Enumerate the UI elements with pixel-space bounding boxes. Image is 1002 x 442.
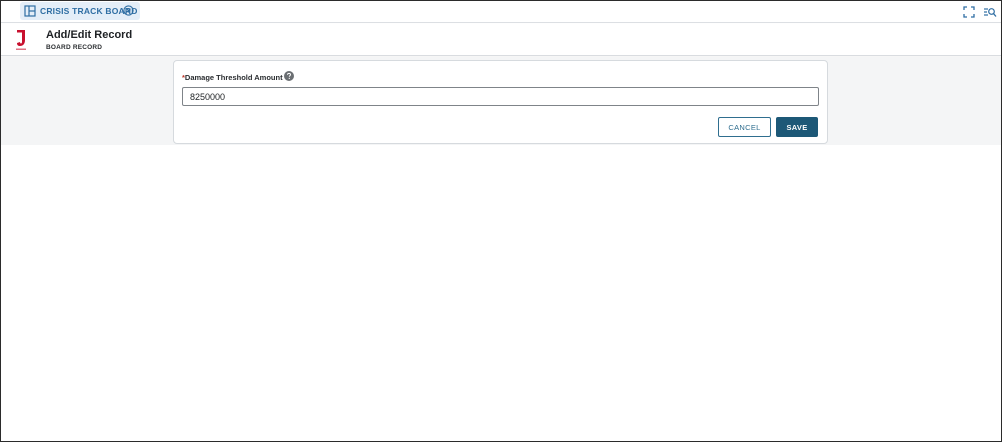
save-button[interactable]: SAVE [776,117,818,137]
page-header: Add/Edit Record BOARD RECORD [1,24,1001,56]
form-card: *Damage Threshold Amount CANCEL SAVE [173,60,828,144]
tab-crisis-track-board[interactable]: CRISIS TRACK BOARD [20,2,140,20]
cancel-button[interactable]: CANCEL [718,117,771,137]
juvare-logo [16,30,26,50]
question-circle-icon[interactable] [284,71,294,81]
close-circle-icon[interactable] [123,5,134,16]
search-list-icon[interactable] [983,6,997,18]
damage-threshold-amount-input[interactable] [182,87,819,106]
app-window: CRISIS TRACK BOARD Add/Edit Record BOARD… [0,0,1002,442]
board-layout-icon [24,5,36,17]
field-label: *Damage Threshold Amount [182,73,283,82]
page-subtitle: BOARD RECORD [46,44,103,51]
fullscreen-icon[interactable] [963,6,975,18]
tab-bar: CRISIS TRACK BOARD [1,1,1001,23]
field-label-text: Damage Threshold Amount [184,73,283,82]
page-title: Add/Edit Record [46,29,133,41]
